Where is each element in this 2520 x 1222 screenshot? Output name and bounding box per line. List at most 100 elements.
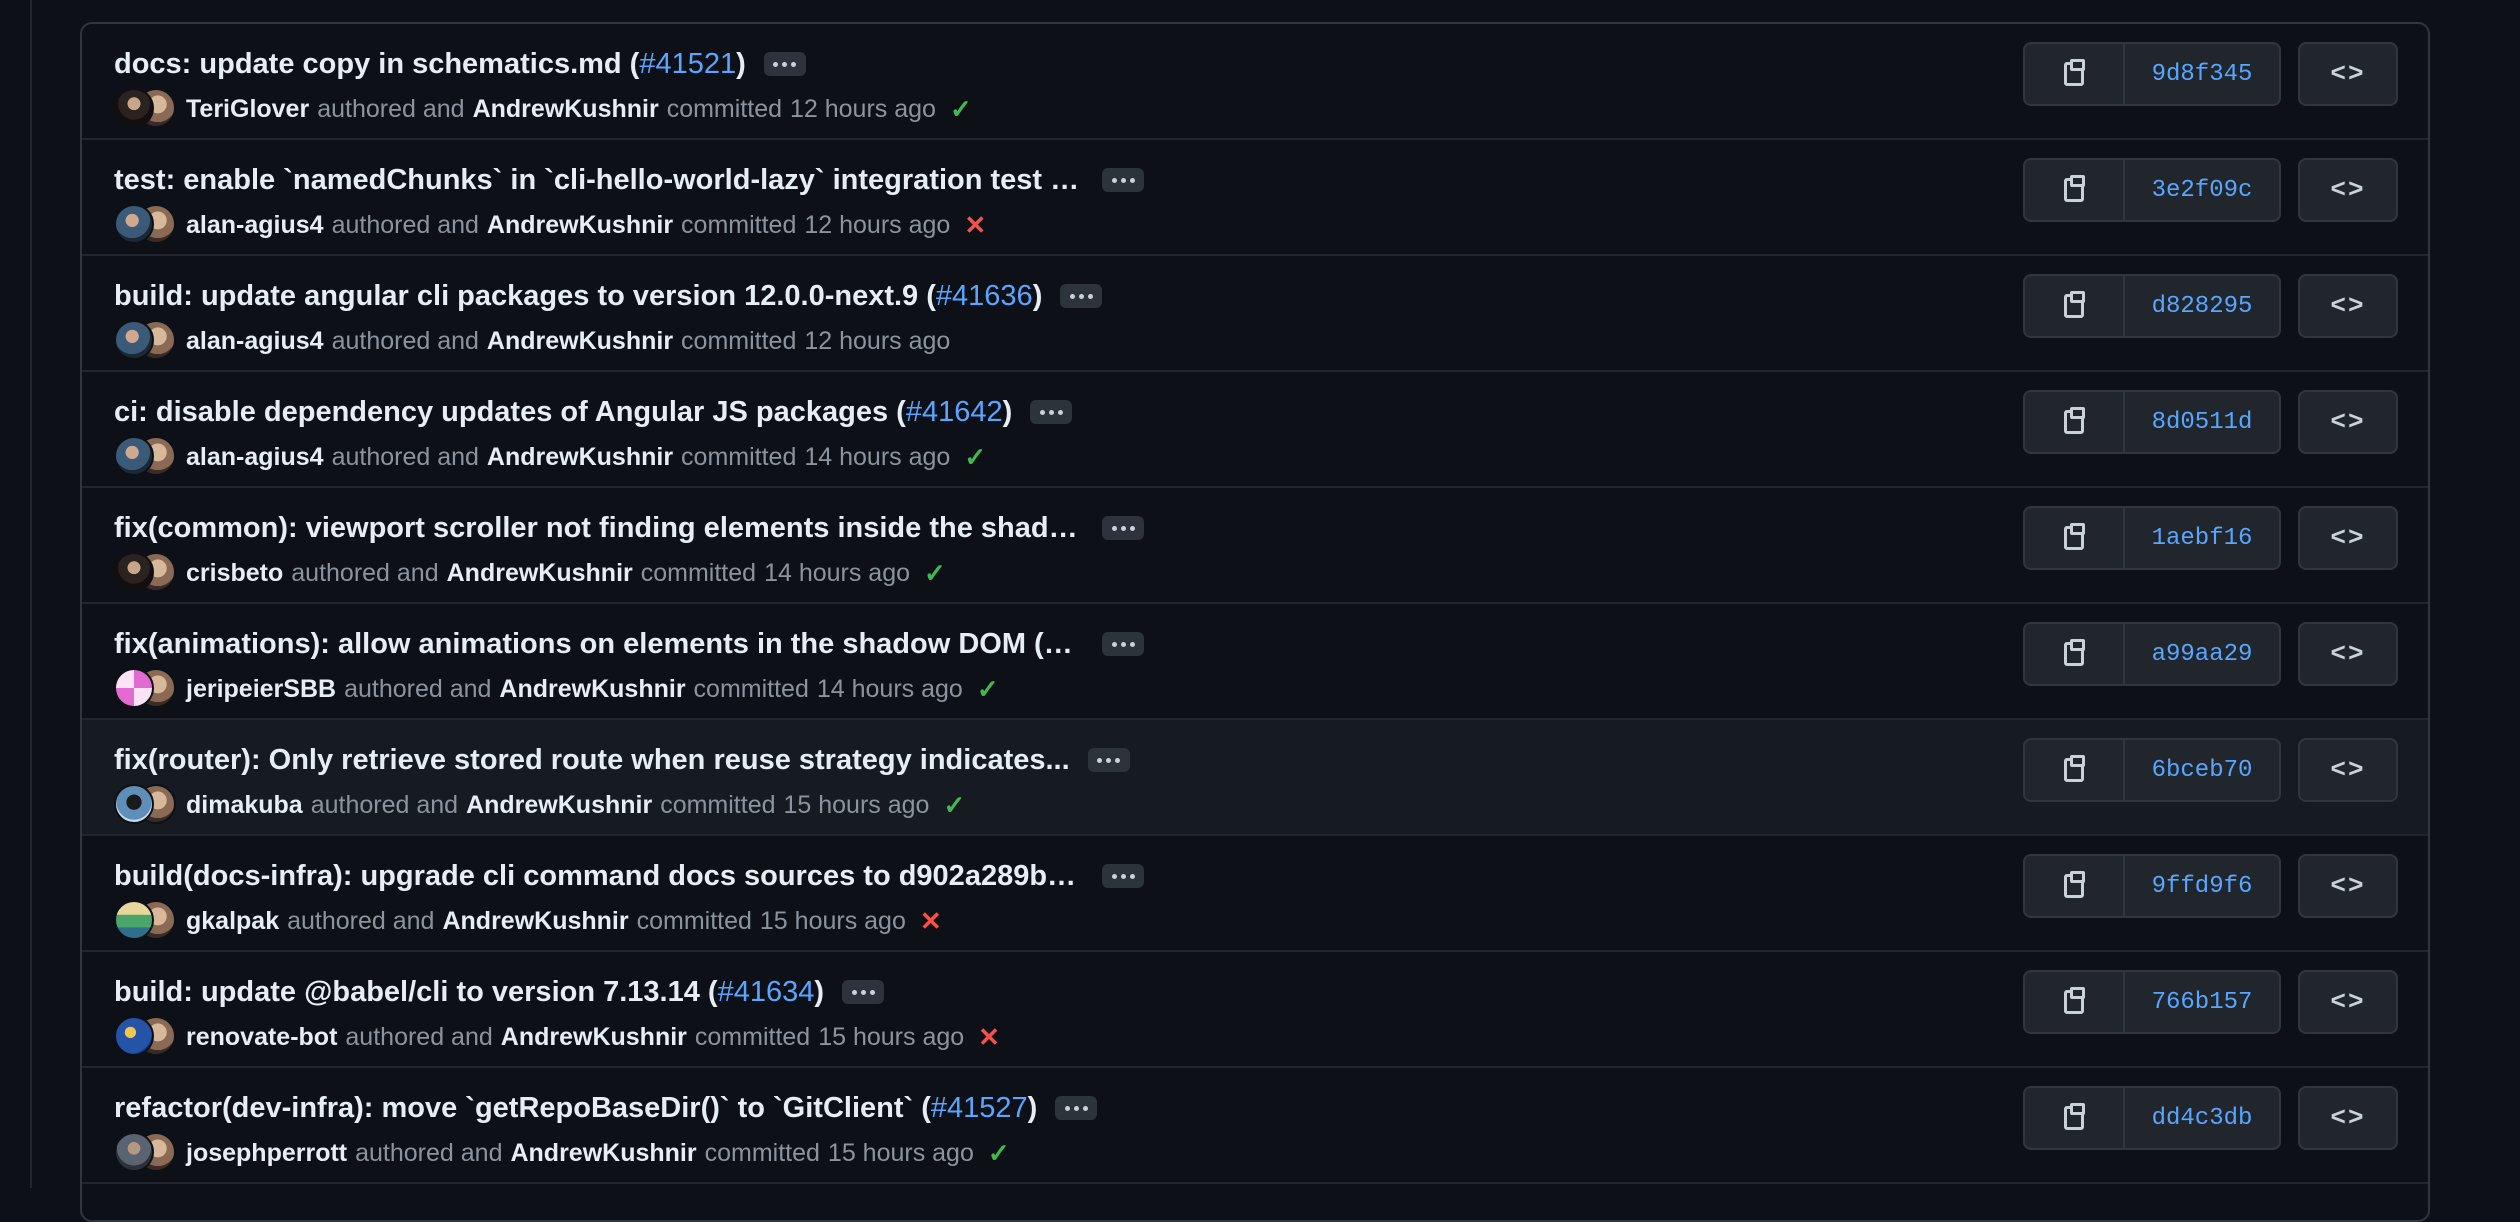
expand-message-button[interactable] — [1030, 400, 1073, 424]
expand-message-button[interactable] — [1055, 1096, 1098, 1120]
commit-sha-link[interactable]: 9ffd9f6 — [2125, 856, 2279, 916]
commit-title-link[interactable]: refactor(dev-infra): move `getRepoBaseDi… — [114, 1092, 1037, 1125]
committer-link[interactable]: AndrewKushnir — [473, 95, 659, 124]
author-avatar[interactable] — [114, 668, 154, 708]
commit-title-link[interactable]: build: update @babel/cli to version 7.13… — [114, 976, 824, 1009]
copy-sha-button[interactable] — [2025, 160, 2125, 220]
x-icon[interactable]: ✕ — [964, 210, 986, 241]
author-link[interactable]: crisbeto — [186, 559, 283, 588]
committer-link[interactable]: AndrewKushnir — [447, 559, 633, 588]
expand-message-button[interactable] — [1102, 864, 1144, 888]
commit-title-link[interactable]: fix(animations): allow animations on ele… — [114, 628, 1084, 661]
commit-time[interactable]: 14 hours ago — [764, 559, 910, 588]
committer-link[interactable]: AndrewKushnir — [442, 907, 628, 936]
commit-time[interactable]: 14 hours ago — [817, 675, 963, 704]
browse-repository-button[interactable]: <> — [2298, 158, 2398, 222]
commit-sha-link[interactable]: 6bceb70 — [2125, 740, 2279, 800]
author-avatar[interactable] — [114, 204, 154, 244]
author-avatar[interactable] — [114, 552, 154, 592]
check-icon[interactable]: ✓ — [924, 558, 946, 589]
expand-message-button[interactable] — [1060, 284, 1103, 308]
commit-time[interactable]: 15 hours ago — [784, 791, 930, 820]
browse-repository-button[interactable]: <> — [2298, 622, 2398, 686]
commit-sha-link[interactable]: 1aebf16 — [2125, 508, 2279, 568]
author-avatar[interactable] — [114, 436, 154, 476]
check-icon[interactable]: ✓ — [964, 442, 986, 473]
browse-repository-button[interactable]: <> — [2298, 506, 2398, 570]
commit-time[interactable]: 12 hours ago — [804, 211, 950, 240]
author-link[interactable]: alan-agius4 — [186, 327, 324, 356]
author-avatar[interactable] — [114, 320, 154, 360]
browse-repository-button[interactable]: <> — [2298, 738, 2398, 802]
pull-request-link[interactable]: #41642 — [906, 396, 1003, 428]
browse-repository-button[interactable]: <> — [2298, 274, 2398, 338]
commit-sha-link[interactable]: d828295 — [2125, 276, 2279, 336]
commit-title-link[interactable]: build(docs-infra): upgrade cli command d… — [114, 860, 1084, 893]
browse-repository-button[interactable]: <> — [2298, 42, 2398, 106]
committer-link[interactable]: AndrewKushnir — [487, 327, 673, 356]
author-avatar[interactable] — [114, 784, 154, 824]
browse-repository-button[interactable]: <> — [2298, 1086, 2398, 1150]
committer-link[interactable]: AndrewKushnir — [499, 675, 685, 704]
author-link[interactable]: alan-agius4 — [186, 211, 324, 240]
author-avatar[interactable] — [114, 1016, 154, 1056]
x-icon[interactable]: ✕ — [978, 1022, 1000, 1053]
expand-message-button[interactable] — [1102, 168, 1144, 192]
author-link[interactable]: josephperrott — [186, 1139, 347, 1168]
author-avatar[interactable] — [114, 900, 154, 940]
browse-repository-button[interactable]: <> — [2298, 854, 2398, 918]
check-icon[interactable]: ✓ — [943, 790, 965, 821]
commit-title-link[interactable]: fix(router): Only retrieve stored route … — [114, 744, 1070, 777]
expand-message-button[interactable] — [1102, 632, 1144, 656]
commit-sha-link[interactable]: a99aa29 — [2125, 624, 2279, 684]
author-link[interactable]: gkalpak — [186, 907, 279, 936]
author-link[interactable]: alan-agius4 — [186, 443, 324, 472]
browse-repository-button[interactable]: <> — [2298, 390, 2398, 454]
browse-repository-button[interactable]: <> — [2298, 970, 2398, 1034]
commit-title-link[interactable]: ci: disable dependency updates of Angula… — [114, 396, 1012, 429]
committer-link[interactable]: AndrewKushnir — [487, 443, 673, 472]
expand-message-button[interactable] — [1102, 516, 1144, 540]
pull-request-link[interactable]: #41527 — [931, 1092, 1028, 1124]
x-icon[interactable]: ✕ — [920, 906, 942, 937]
commit-title-link[interactable]: test: enable `namedChunks` in `cli-hello… — [114, 164, 1084, 197]
commit-title-link[interactable]: docs: update copy in schematics.md (#415… — [114, 48, 746, 81]
copy-sha-button[interactable] — [2025, 972, 2125, 1032]
commit-time[interactable]: 14 hours ago — [804, 443, 950, 472]
copy-sha-button[interactable] — [2025, 44, 2125, 104]
expand-message-button[interactable] — [763, 52, 806, 76]
commit-sha-link[interactable]: 8d0511d — [2125, 392, 2279, 452]
author-link[interactable]: jeripeierSBB — [186, 675, 336, 704]
copy-sha-button[interactable] — [2025, 392, 2125, 452]
author-avatar[interactable] — [114, 88, 154, 128]
author-link[interactable]: renovate-bot — [186, 1023, 337, 1052]
commit-sha-link[interactable]: 766b157 — [2125, 972, 2279, 1032]
expand-message-button[interactable] — [1087, 748, 1130, 772]
pull-request-link[interactable]: #41636 — [936, 280, 1033, 312]
commit-time[interactable]: 15 hours ago — [818, 1023, 964, 1052]
author-link[interactable]: dimakuba — [186, 791, 303, 820]
commit-title-link[interactable]: build: update angular cli packages to ve… — [114, 280, 1042, 313]
commit-sha-link[interactable]: 9d8f345 — [2125, 44, 2279, 104]
commit-title-link[interactable]: fix(common): viewport scroller not findi… — [114, 512, 1084, 545]
copy-sha-button[interactable] — [2025, 1088, 2125, 1148]
commit-time[interactable]: 12 hours ago — [804, 327, 950, 356]
check-icon[interactable]: ✓ — [950, 94, 972, 125]
committer-link[interactable]: AndrewKushnir — [487, 211, 673, 240]
commit-sha-link[interactable]: dd4c3db — [2125, 1088, 2279, 1148]
commit-sha-link[interactable]: 3e2f09c — [2125, 160, 2279, 220]
pull-request-link[interactable]: #41521 — [639, 48, 736, 80]
copy-sha-button[interactable] — [2025, 740, 2125, 800]
copy-sha-button[interactable] — [2025, 624, 2125, 684]
committer-link[interactable]: AndrewKushnir — [466, 791, 652, 820]
copy-sha-button[interactable] — [2025, 856, 2125, 916]
pull-request-link[interactable]: #41634 — [718, 976, 815, 1008]
commit-time[interactable]: 15 hours ago — [828, 1139, 974, 1168]
copy-sha-button[interactable] — [2025, 276, 2125, 336]
author-link[interactable]: TeriGlover — [186, 95, 309, 124]
copy-sha-button[interactable] — [2025, 508, 2125, 568]
commit-time[interactable]: 12 hours ago — [790, 95, 936, 124]
commit-time[interactable]: 15 hours ago — [760, 907, 906, 936]
author-avatar[interactable] — [114, 1132, 154, 1172]
committer-link[interactable]: AndrewKushnir — [510, 1139, 696, 1168]
